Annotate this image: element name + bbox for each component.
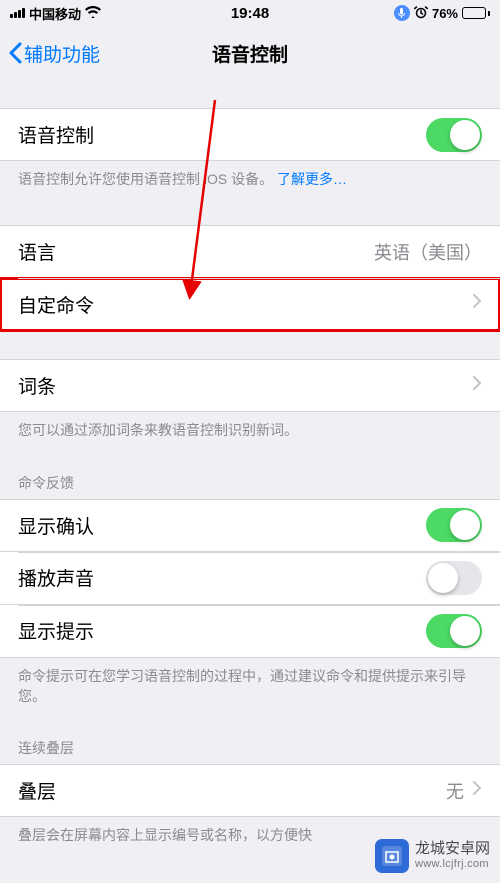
battery-icon — [462, 7, 490, 19]
custom-commands-row[interactable]: 自定命令 — [0, 278, 500, 331]
nav-bar: 辅助功能 语音控制 — [0, 26, 500, 80]
chevron-right-icon — [472, 780, 482, 801]
alarm-icon — [414, 5, 428, 22]
feedback-header: 命令反馈 — [0, 467, 500, 499]
group-feedback: 命令反馈 显示确认 播放声音 显示提示 命令提示可在您学习语音控制的过程中，通过… — [0, 467, 500, 715]
show-confirmation-switch[interactable] — [426, 508, 482, 542]
show-hints-row[interactable]: 显示提示 — [0, 605, 500, 658]
group-voice-control: 语音控制 语音控制允许您使用语音控制 iOS 设备。 了解更多… — [0, 108, 500, 197]
chevron-right-icon — [472, 293, 482, 315]
status-left: 中国移动 — [10, 4, 101, 23]
status-right: 76% — [394, 5, 490, 22]
show-hints-label: 显示提示 — [18, 617, 94, 644]
page-title: 语音控制 — [212, 40, 288, 67]
status-time: 19:48 — [231, 5, 269, 22]
group-overlay: 连续叠层 叠层 无 叠层会在屏幕内容上显示编号或名称，以方便快 — [0, 732, 500, 853]
watermark: 龙城安卓网 www.lcjfrj.com — [375, 839, 490, 873]
play-sound-label: 播放声音 — [18, 564, 94, 591]
signal-icon — [10, 8, 25, 18]
voice-indicator-icon — [394, 5, 410, 21]
voice-control-footer: 语音控制允许您使用语音控制 iOS 设备。 了解更多… — [0, 161, 500, 197]
group-vocabulary: 词条 您可以通过添加词条来教语音控制识别新词。 — [0, 359, 500, 448]
watermark-logo-icon — [375, 839, 409, 873]
back-button[interactable]: 辅助功能 — [8, 40, 100, 67]
carrier-label: 中国移动 — [29, 4, 81, 23]
vocabulary-footer: 您可以通过添加词条来教语音控制识别新词。 — [0, 412, 500, 448]
show-confirmation-label: 显示确认 — [18, 512, 94, 539]
custom-commands-label: 自定命令 — [18, 291, 94, 318]
show-hints-switch[interactable] — [426, 614, 482, 648]
wifi-icon — [85, 6, 101, 21]
group-language: 语言 英语（美国） 自定命令 — [0, 225, 500, 331]
battery-percent: 76% — [432, 6, 458, 21]
show-confirmation-row[interactable]: 显示确认 — [0, 499, 500, 552]
overlay-label: 叠层 — [18, 777, 56, 804]
voice-control-row[interactable]: 语音控制 — [0, 108, 500, 161]
voice-control-label: 语音控制 — [18, 121, 94, 148]
back-label: 辅助功能 — [24, 40, 100, 67]
status-bar: 中国移动 19:48 76% — [0, 0, 500, 26]
watermark-title: 龙城安卓网 — [415, 840, 490, 858]
watermark-url: www.lcjfrj.com — [415, 858, 489, 871]
language-row[interactable]: 语言 英语（美国） — [0, 225, 500, 278]
vocabulary-row[interactable]: 词条 — [0, 359, 500, 412]
overlay-value: 无 — [446, 778, 482, 804]
language-label: 语言 — [18, 238, 56, 265]
feedback-footer: 命令提示可在您学习语音控制的过程中，通过建议命令和提供提示来引导您。 — [0, 658, 500, 715]
vocabulary-label: 词条 — [18, 372, 56, 399]
voice-control-switch[interactable] — [426, 118, 482, 152]
overlay-header: 连续叠层 — [0, 732, 500, 764]
language-value: 英语（美国） — [374, 239, 482, 265]
overlay-row[interactable]: 叠层 无 — [0, 764, 500, 817]
play-sound-row[interactable]: 播放声音 — [0, 552, 500, 605]
learn-more-link[interactable]: 了解更多… — [277, 171, 347, 187]
chevron-left-icon — [8, 42, 22, 64]
play-sound-switch[interactable] — [426, 561, 482, 595]
chevron-right-icon — [472, 375, 482, 397]
